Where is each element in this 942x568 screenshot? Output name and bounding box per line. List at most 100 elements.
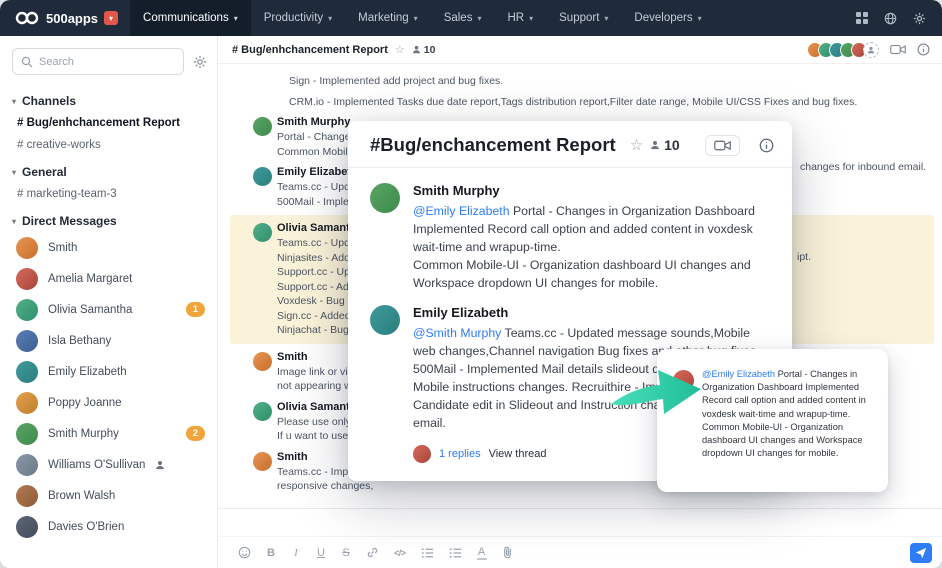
sidebar-channel-marketing-team-3[interactable]: # marketing-team-3 — [0, 183, 217, 205]
avatar — [370, 183, 400, 213]
mention-link[interactable]: @Emily Elizabeth — [702, 369, 775, 379]
nav-sales[interactable]: Sales▾ — [431, 0, 495, 36]
bullet-list-icon[interactable] — [449, 547, 462, 559]
avatar — [16, 268, 38, 290]
message-callout-card: @Emily Elizabeth Portal - Changes in Org… — [657, 349, 888, 492]
replies-count-link[interactable]: 1 replies — [439, 448, 481, 460]
channels-section-header[interactable]: ▾ Channels — [0, 85, 217, 112]
bold-button[interactable]: B — [266, 547, 276, 559]
add-member-icon[interactable] — [863, 42, 879, 58]
code-button[interactable]: </> — [394, 547, 406, 559]
person-icon — [155, 460, 165, 470]
sidebar-channel-creative-works[interactable]: # creative-works — [0, 134, 217, 156]
callout-text: @Emily Elizabeth Portal - Changes in Org… — [702, 368, 874, 482]
dm-item-emily-elizabeth[interactable]: Emily Elizabeth — [0, 356, 217, 387]
message-continuation[interactable]: Sign - Implemented add project and bug f… — [218, 71, 942, 92]
nav-productivity[interactable]: Productivity▾ — [251, 0, 345, 36]
app-window: 500apps ▾ Communications▾ Productivity▾ … — [0, 0, 942, 568]
star-icon[interactable]: ☆ — [395, 43, 405, 56]
dm-item-williams-osullivan[interactable]: Williams O'Sullivan — [0, 449, 217, 480]
strikethrough-button[interactable]: S — [341, 547, 351, 559]
sidebar-channel-bug-report[interactable]: # Bug/enhchancement Report — [0, 112, 217, 134]
brand-caret-icon[interactable]: ▾ — [104, 11, 118, 25]
apps-grid-icon[interactable] — [856, 12, 868, 24]
sidebar: ▾ Channels # Bug/enhchancement Report # … — [0, 36, 218, 568]
channel-header-actions — [807, 42, 930, 58]
dm-item-brown-walsh[interactable]: Brown Walsh — [0, 480, 217, 511]
video-call-icon[interactable] — [890, 44, 906, 55]
nav-hr[interactable]: HR▾ — [494, 0, 546, 36]
emoji-icon[interactable] — [238, 546, 251, 559]
avatar — [16, 392, 38, 414]
nav-support[interactable]: Support▾ — [546, 0, 621, 36]
brand-menu[interactable]: 500apps ▾ — [0, 0, 130, 36]
globe-icon[interactable] — [884, 12, 897, 25]
mention-link[interactable]: @Smith Murphy — [413, 326, 501, 340]
member-count[interactable]: 10 — [412, 44, 436, 56]
text-color-button[interactable]: A — [477, 546, 487, 560]
avatar — [673, 370, 694, 391]
chevron-down-icon: ▾ — [328, 14, 332, 23]
dm-item-isla-bethany[interactable]: Isla Bethany — [0, 325, 217, 356]
sidebar-settings-gear-icon[interactable] — [193, 55, 207, 69]
star-icon[interactable]: ☆ — [630, 136, 643, 154]
modal-message[interactable]: Smith Murphy @Emily Elizabeth Portal - C… — [370, 183, 770, 292]
dm-item-smith-murphy[interactable]: Smith Murphy2 — [0, 418, 217, 449]
avatar — [253, 352, 272, 371]
search-row — [0, 36, 217, 85]
nav-developers[interactable]: Developers▾ — [621, 0, 714, 36]
dm-section-header[interactable]: ▾ Direct Messages — [0, 205, 217, 232]
chevron-down-icon: ▾ — [529, 14, 533, 23]
sender-name: Smith Murphy — [413, 183, 769, 199]
member-count[interactable]: 10 — [650, 137, 680, 153]
attachment-icon[interactable] — [502, 546, 514, 559]
message-fragment: ipt. — [797, 251, 811, 263]
dm-item-poppy-joanne[interactable]: Poppy Joanne — [0, 387, 217, 418]
italic-button[interactable]: I — [291, 547, 301, 559]
dm-item-smith[interactable]: Smith — [0, 232, 217, 263]
message-text: @Emily Elizabeth Portal - Changes in Org… — [413, 202, 769, 292]
channel-header: # Bug/enhchancement Report ☆ 10 — [218, 36, 942, 64]
general-section-header[interactable]: ▾ General — [0, 156, 217, 183]
ordered-list-icon[interactable] — [421, 547, 434, 559]
avatar — [16, 361, 38, 383]
modal-header: #Bug/enchancement Report ☆ 10 — [348, 121, 792, 168]
message-input[interactable] — [218, 509, 942, 537]
chevron-down-icon: ▾ — [12, 217, 16, 226]
brand-name: 500apps — [46, 11, 98, 26]
video-call-button[interactable] — [705, 135, 740, 156]
search-box[interactable] — [12, 48, 184, 75]
infinity-logo-icon — [14, 11, 40, 25]
underline-button[interactable]: U — [316, 547, 326, 559]
chevron-down-icon: ▾ — [698, 14, 702, 23]
view-thread-link[interactable]: View thread — [489, 448, 547, 460]
person-icon — [412, 45, 421, 54]
gear-icon[interactable] — [913, 12, 926, 25]
link-icon[interactable] — [366, 546, 379, 559]
mention-link[interactable]: @Emily Elizabeth — [413, 204, 510, 218]
message-fragment: changes for inbound email. — [800, 161, 926, 173]
topnav-actions — [856, 12, 942, 25]
chevron-down-icon: ▾ — [12, 97, 16, 106]
avatar — [413, 445, 431, 463]
info-icon[interactable] — [759, 138, 774, 153]
send-button[interactable] — [910, 543, 932, 563]
person-icon — [650, 140, 660, 150]
search-input[interactable] — [39, 56, 175, 68]
nav-communications[interactable]: Communications▾ — [130, 0, 251, 36]
unread-badge: 2 — [186, 426, 205, 441]
avatar — [16, 516, 38, 538]
dm-item-olivia-samantha[interactable]: Olivia Samantha1 — [0, 294, 217, 325]
sender-name: Emily Elizabeth — [413, 305, 769, 321]
info-icon[interactable] — [917, 43, 930, 56]
dm-item-amelia-margaret[interactable]: Amelia Margaret — [0, 263, 217, 294]
top-navbar: 500apps ▾ Communications▾ Productivity▾ … — [0, 0, 942, 36]
dm-item-davies-obrien[interactable]: Davies O'Brien — [0, 511, 217, 542]
search-icon — [21, 56, 33, 68]
nav-marketing[interactable]: Marketing▾ — [345, 0, 431, 36]
message-continuation[interactable]: CRM.io - Implemented Tasks due date repo… — [218, 92, 942, 113]
avatar — [253, 452, 272, 471]
channel-title: # Bug/enhchancement Report — [232, 44, 388, 56]
chevron-down-icon: ▾ — [12, 168, 16, 177]
member-avatar-stack[interactable] — [807, 42, 879, 58]
